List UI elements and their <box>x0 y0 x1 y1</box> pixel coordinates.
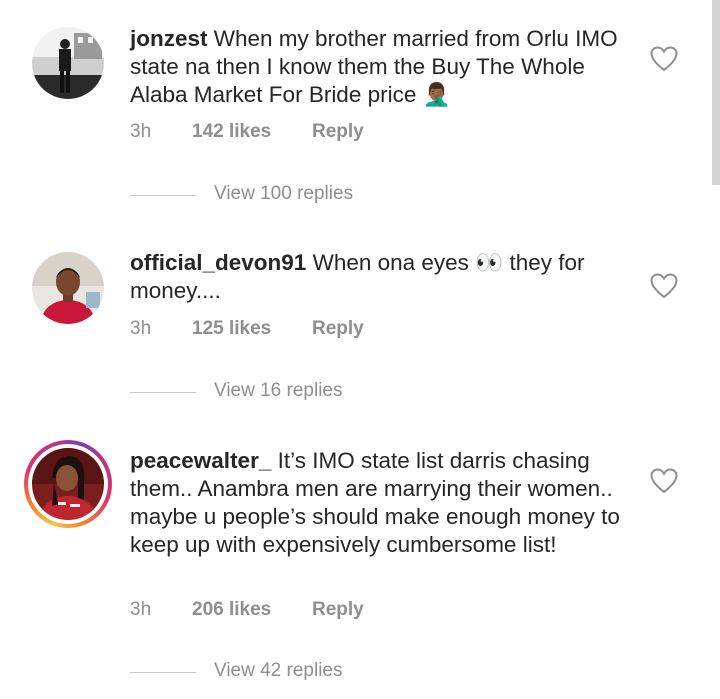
reply-button[interactable]: Reply <box>312 318 364 340</box>
view-replies-label[interactable]: View 16 replies <box>214 380 343 402</box>
reply-button[interactable]: Reply <box>312 121 364 143</box>
view-replies-label[interactable]: View 100 replies <box>214 183 353 205</box>
comment-text-block: official_devon91 When ona eyes 👀 they fo… <box>130 249 630 305</box>
view-replies-divider <box>130 672 196 673</box>
comment-timestamp: 3h <box>130 121 152 142</box>
comment-username[interactable]: official_devon91 <box>130 250 306 275</box>
view-replies-button[interactable]: View 16 replies <box>130 380 530 406</box>
comment-username[interactable]: jonzest <box>130 26 208 51</box>
comment-likes[interactable]: 142 likes <box>192 121 271 143</box>
avatar-story-ring[interactable] <box>24 440 112 528</box>
view-replies-divider <box>130 392 196 393</box>
comment-likes[interactable]: 125 likes <box>192 318 271 340</box>
view-replies-button[interactable]: View 100 replies <box>130 183 530 209</box>
avatar[interactable] <box>32 448 104 520</box>
view-replies-label[interactable]: View 42 replies <box>214 660 343 682</box>
comment-timestamp: 3h <box>130 318 152 339</box>
scrollbar[interactable] <box>712 0 720 185</box>
avatar[interactable] <box>32 252 104 324</box>
heart-outline-icon[interactable] <box>650 468 678 494</box>
view-replies-divider <box>130 195 196 196</box>
heart-outline-icon[interactable] <box>650 273 678 299</box>
comment-text-block: jonzest When my brother married from Orl… <box>130 25 630 109</box>
comment-item: official_devon91 When ona eyes 👀 they fo… <box>0 215 712 415</box>
comment-item: jonzest When my brother married from Orl… <box>0 0 712 215</box>
view-replies-button[interactable]: View 42 replies <box>130 660 530 686</box>
comment-item: peacewalter_ It’s IMO state list darris … <box>0 415 712 699</box>
reply-button[interactable]: Reply <box>312 599 364 621</box>
avatar[interactable] <box>32 27 104 99</box>
comment-timestamp: 3h <box>130 599 152 620</box>
comment-likes[interactable]: 206 likes <box>192 599 271 621</box>
comment-text-block: peacewalter_ It’s IMO state list darris … <box>130 447 630 559</box>
comment-username[interactable]: peacewalter_ <box>130 448 271 473</box>
heart-outline-icon[interactable] <box>650 46 678 72</box>
